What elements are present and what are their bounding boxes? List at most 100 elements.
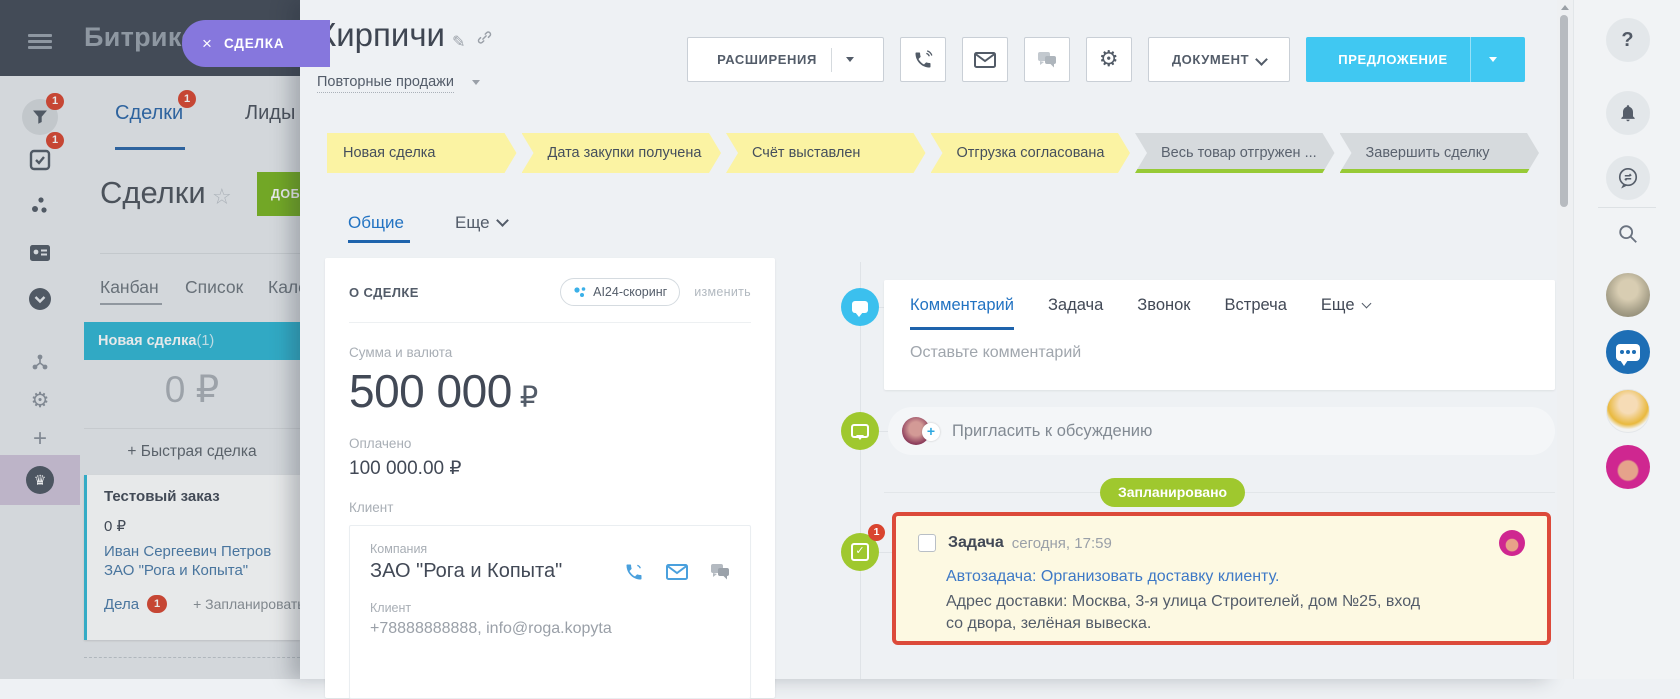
invite-label: Пригласить к обсуждению [952,422,1152,441]
phone-icon [913,50,933,70]
slider-dim-overlay [0,0,300,679]
divider [349,322,751,323]
amount-currency: ₽ [520,382,538,414]
question-icon: ? [1621,29,1633,52]
amount-label: Сумма и валюта [349,345,751,360]
copy-link-icon[interactable] [477,30,492,45]
stage-new[interactable]: Новая сделка [327,133,517,173]
email-button[interactable] [962,37,1008,82]
discussion-icon [841,412,879,450]
envelope-icon [974,52,996,68]
settings-button[interactable]: ⚙ [1086,37,1132,82]
client-chat-icon[interactable] [710,563,730,581]
avatar[interactable] [1606,389,1650,433]
deal-tab-more[interactable]: Еще [455,213,507,233]
help-button[interactable]: ? [1606,18,1650,62]
bell-icon [1618,103,1638,123]
timeline-tab-meeting[interactable]: Встреча [1225,296,1287,327]
comment-stream-icon [841,288,879,326]
task-stream-badge: 1 [868,524,885,541]
deal-slider-panel: Кирпичи ✎ Повторные продажи РАСШИРЕНИЯ ⚙… [300,0,1557,679]
extensions-label: РАСШИРЕНИЯ [717,52,817,67]
deal-stage-bar: Новая сделка Дата закупки получена Счёт … [327,133,1539,173]
task-description: Адрес доставки: Москва, 3-я улица Строит… [946,591,1426,635]
client-box: Компания ЗАО "Рога и Копыта" Клиент +788… [349,525,751,699]
proposal-button[interactable]: ПРЕДЛОЖЕНИЕ [1306,37,1525,82]
task-avatar[interactable] [1499,530,1525,556]
task-title-link[interactable]: Автозадача: Организовать доставку клиент… [946,568,1525,586]
timeline-tab-more[interactable]: Еще [1321,296,1370,327]
pipeline-caret-icon [472,80,480,85]
deal-amount[interactable]: 500 000₽ [349,364,751,418]
ai-molecule-icon [573,286,587,298]
task-checkbox[interactable] [918,534,936,552]
slider-deal-chip[interactable]: × СДЕЛКА [182,20,330,67]
avatar: + [902,417,930,445]
client-email-icon[interactable] [666,564,688,580]
paid-label: Оплачено [349,436,751,451]
more-tab-label: Еще [455,213,490,232]
stage-shipping-approved[interactable]: Отгрузка согласована [931,133,1131,173]
deal-toolbar: РАСШИРЕНИЯ ⚙ ДОКУМЕНТ ПРЕДЛОЖЕНИЕ [687,37,1525,82]
stage-close-deal[interactable]: Завершить сделку [1340,133,1540,173]
call-button[interactable] [900,37,946,82]
divider [1598,207,1656,208]
chat-button[interactable] [1024,37,1070,82]
group-chat-avatar[interactable] [1606,330,1650,374]
comment-input[interactable]: Оставьте комментарий [910,344,1529,362]
search-icon [1617,223,1639,245]
extensions-button[interactable]: РАСШИРЕНИЯ [687,37,884,82]
document-label: ДОКУМЕНТ [1172,52,1249,67]
contact-info: +78888888888, info@roga.kopyta [370,620,730,638]
slider-scrollbar[interactable] [1557,0,1573,679]
messenger-icon [1617,167,1639,189]
planned-badge: Запланировано [1100,478,1245,507]
timeline-tab-call[interactable]: Звонок [1137,296,1190,327]
ai-badge-label: AI24-скоринг [593,285,667,299]
document-button[interactable]: ДОКУМЕНТ [1148,37,1290,82]
gear-icon: ⚙ [1099,47,1119,72]
timeline-tab-comment[interactable]: Комментарий [910,296,1014,330]
scrollbar-thumb[interactable] [1560,15,1568,207]
notifications-button[interactable] [1606,91,1650,135]
amount-value: 500 000 [349,365,512,417]
add-user-plus-icon: + [922,423,940,441]
stage-purchase-date[interactable]: Дата закупки получена [522,133,722,173]
more-tab-chevron-icon [496,214,509,227]
deal-tab-general[interactable]: Общие [348,213,404,233]
invite-to-discussion[interactable]: + Пригласить к обсуждению [888,407,1555,455]
task-timeline-card[interactable]: Задача сегодня, 17:59 Автозадача: Органи… [892,512,1551,645]
proposal-caret[interactable] [1471,57,1515,62]
more-label: Еще [1321,296,1355,314]
task-type-label: Задача [948,534,1004,552]
about-header: О СДЕЛКЕ [349,285,419,300]
task-time: сегодня, 17:59 [1012,535,1112,552]
client-label: Клиент [349,500,751,515]
about-deal-card: О СДЕЛКЕ AI24-скоринг изменить Сумма и в… [325,258,775,698]
deal-title: Кирпичи [317,16,445,54]
avatar[interactable] [1606,445,1650,489]
document-chevron-icon [1255,53,1268,66]
company-name-link[interactable]: ЗАО "Рога и Копыта" [370,560,562,583]
scroll-up-arrow-icon[interactable] [1561,5,1569,10]
client-call-icon[interactable] [624,562,644,582]
edit-link[interactable]: изменить [694,285,751,299]
close-icon[interactable]: × [202,34,212,54]
avatar[interactable] [1606,273,1650,317]
edit-pencil-icon[interactable]: ✎ [452,32,465,52]
proposal-caret-icon [1489,57,1497,62]
contact-label: Клиент [370,601,730,615]
search-button[interactable] [1606,212,1650,256]
timeline-tab-task[interactable]: Задача [1048,296,1103,327]
messenger-button[interactable] [1606,156,1650,200]
paid-value: 100 000.00 ₽ [349,457,751,480]
ai-scoring-badge[interactable]: AI24-скоринг [560,278,680,306]
timeline-more-chevron-icon [1361,299,1371,309]
chat-icon [1037,51,1057,69]
pipeline-selector[interactable]: Повторные продажи [317,74,454,93]
stage-invoice[interactable]: Счёт выставлен [726,133,926,173]
group-chat-icon [1616,344,1640,361]
stage-goods-shipped[interactable]: Весь товар отгружен ... [1135,133,1335,173]
divider [831,48,832,72]
timeline-editor-card: Комментарий Задача Звонок Встреча Еще Ос… [884,280,1555,390]
